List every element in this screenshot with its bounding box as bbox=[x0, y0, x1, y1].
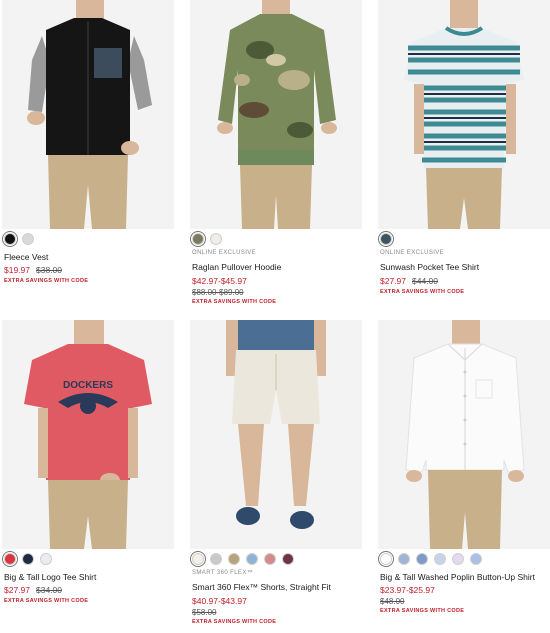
color-swatches bbox=[380, 233, 392, 245]
color-swatch[interactable] bbox=[470, 553, 482, 565]
product-card[interactable]: ONLINE EXCLUSIVE Sunwash Pocket Tee Shir… bbox=[378, 0, 550, 310]
sale-price: $19.97 bbox=[4, 265, 30, 275]
product-name[interactable]: Smart 360 Flex™ Shorts, Straight Fit bbox=[192, 582, 331, 592]
promo-text: EXTRA SAVINGS WITH CODE bbox=[192, 299, 277, 305]
sale-price: $42.97-$45.97 bbox=[192, 276, 247, 286]
product-image[interactable]: DOCKERS bbox=[2, 320, 174, 549]
product-card[interactable]: DOCKERS Big & Tall Logo Tee Shirt $27.97… bbox=[2, 320, 174, 610]
svg-text:DOCKERS: DOCKERS bbox=[63, 380, 113, 391]
color-swatch[interactable] bbox=[246, 553, 258, 565]
product-price: $19.97 $38.00 bbox=[4, 265, 62, 275]
sale-price: $40.97-$43.97 bbox=[192, 596, 247, 606]
color-swatch[interactable] bbox=[434, 553, 446, 565]
product-price: $27.97 $34.00 bbox=[4, 585, 62, 595]
product-card[interactable]: ONLINE EXCLUSIVE Raglan Pullover Hoodie … bbox=[190, 0, 362, 320]
original-price: $44.00 bbox=[412, 276, 438, 286]
color-swatches bbox=[4, 233, 34, 245]
color-swatches bbox=[4, 553, 52, 565]
color-swatch[interactable] bbox=[264, 553, 276, 565]
promo-text: EXTRA SAVINGS WITH CODE bbox=[192, 619, 277, 625]
product-image[interactable] bbox=[2, 0, 174, 229]
color-swatch[interactable] bbox=[22, 233, 34, 245]
color-swatch[interactable] bbox=[40, 553, 52, 565]
product-name[interactable]: Big & Tall Washed Poplin Button-Up Shirt bbox=[380, 572, 535, 582]
color-swatch[interactable] bbox=[4, 233, 16, 245]
color-swatch[interactable] bbox=[228, 553, 240, 565]
original-price: $38.00 bbox=[36, 265, 62, 275]
promo-text: EXTRA SAVINGS WITH CODE bbox=[380, 289, 465, 295]
product-tag: ONLINE EXCLUSIVE bbox=[192, 250, 257, 256]
color-swatch[interactable] bbox=[416, 553, 428, 565]
product-name[interactable]: Sunwash Pocket Tee Shirt bbox=[380, 262, 479, 272]
color-swatch[interactable] bbox=[22, 553, 34, 565]
product-image[interactable] bbox=[378, 320, 550, 549]
product-image[interactable] bbox=[190, 320, 362, 549]
color-swatch[interactable] bbox=[380, 553, 392, 565]
sale-price: $27.97 bbox=[4, 585, 30, 595]
original-price: $34.00 bbox=[36, 585, 62, 595]
sale-price: $23.97-$25.97 bbox=[380, 585, 435, 595]
sale-price: $27.97 bbox=[380, 276, 406, 286]
promo-text: EXTRA SAVINGS WITH CODE bbox=[4, 278, 89, 284]
color-swatch[interactable] bbox=[4, 553, 16, 565]
original-price: $58.00 bbox=[192, 608, 217, 617]
product-image[interactable] bbox=[190, 0, 362, 229]
color-swatch[interactable] bbox=[192, 553, 204, 565]
product-name[interactable]: Raglan Pullover Hoodie bbox=[192, 262, 281, 272]
color-swatch[interactable] bbox=[282, 553, 294, 565]
color-swatches bbox=[380, 553, 482, 565]
product-name[interactable]: Big & Tall Logo Tee Shirt bbox=[4, 572, 96, 582]
product-card[interactable]: Big & Tall Washed Poplin Button-Up Shirt… bbox=[378, 320, 550, 620]
product-card[interactable]: SMART 360 FLEX™ Smart 360 Flex™ Shorts, … bbox=[190, 320, 362, 632]
color-swatch[interactable] bbox=[210, 553, 222, 565]
color-swatch[interactable] bbox=[380, 233, 392, 245]
product-name[interactable]: Fleece Vest bbox=[4, 252, 48, 262]
promo-text: EXTRA SAVINGS WITH CODE bbox=[4, 598, 89, 604]
product-tag: ONLINE EXCLUSIVE bbox=[380, 250, 445, 256]
product-price: $27.97 $44.00 bbox=[380, 276, 438, 286]
color-swatches bbox=[192, 233, 222, 245]
original-price: $88.00-$89.00 bbox=[192, 288, 244, 297]
color-swatch[interactable] bbox=[452, 553, 464, 565]
color-swatch[interactable] bbox=[210, 233, 222, 245]
product-tag: SMART 360 FLEX™ bbox=[192, 570, 254, 576]
original-price: $48.00 bbox=[380, 597, 405, 606]
promo-text: EXTRA SAVINGS WITH CODE bbox=[380, 608, 465, 614]
color-swatches bbox=[192, 553, 294, 565]
color-swatch[interactable] bbox=[192, 233, 204, 245]
product-card[interactable]: Fleece Vest $19.97 $38.00 EXTRA SAVINGS W… bbox=[2, 0, 174, 300]
color-swatch[interactable] bbox=[398, 553, 410, 565]
product-image[interactable] bbox=[378, 0, 550, 229]
